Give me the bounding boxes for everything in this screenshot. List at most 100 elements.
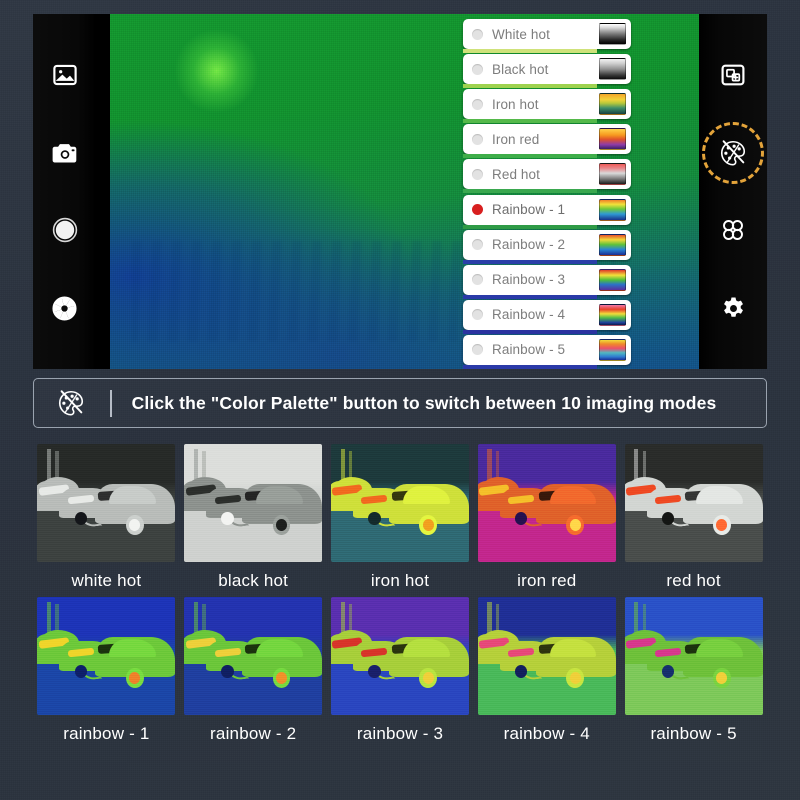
imaging-mode-cell[interactable]: rainbow - 3 xyxy=(327,597,474,744)
palette-option-rainbow-4[interactable]: Rainbow - 4 xyxy=(463,299,631,334)
palette-option-label: Rainbow - 5 xyxy=(492,342,566,358)
imaging-mode-cell[interactable]: rainbow - 2 xyxy=(180,597,327,744)
imaging-mode-label: iron hot xyxy=(370,571,430,590)
palette-option-radio[interactable] xyxy=(472,133,483,145)
thermal-viewport[interactable]: White hot Black hot Iron hot Iron red Red ho… xyxy=(96,14,699,369)
color-palette-icon[interactable] xyxy=(702,121,764,184)
palette-option-radio[interactable] xyxy=(472,63,483,75)
scene-noise xyxy=(624,444,763,562)
imaging-mode-cell[interactable]: rainbow - 5 xyxy=(620,597,767,744)
palette-option-label: Rainbow - 2 xyxy=(492,237,566,253)
palette-option-radio[interactable] xyxy=(472,309,483,321)
imaging-mode-label: rainbow - 2 xyxy=(210,724,297,743)
imaging-mode-cell[interactable]: white hot xyxy=(33,444,180,591)
imaging-mode-thumbnail[interactable] xyxy=(184,597,323,715)
palette-option-rainbow-5[interactable]: Rainbow - 5 xyxy=(463,334,631,369)
imaging-modes-grid: white hot black hot iron hot iron red re… xyxy=(33,444,767,744)
imaging-mode-cell[interactable]: iron hot xyxy=(327,444,474,591)
palette-option-red-hot[interactable]: Red hot xyxy=(463,159,631,194)
imaging-mode-label: rainbow - 5 xyxy=(650,724,737,743)
palette-option-label: Rainbow - 4 xyxy=(492,307,566,323)
right-toolbar xyxy=(699,14,767,369)
scene-noise xyxy=(184,444,323,562)
palette-option-label: Rainbow - 3 xyxy=(492,272,566,288)
palette-option-label: Iron hot xyxy=(492,96,539,112)
palette-option-radio[interactable] xyxy=(472,168,483,180)
gear-icon[interactable] xyxy=(713,288,753,328)
scene-noise xyxy=(477,444,616,562)
palette-option-radio[interactable] xyxy=(472,98,483,110)
color-palette-slash-icon xyxy=(56,388,86,418)
imaging-mode-thumbnail[interactable] xyxy=(184,444,323,562)
palette-option-swatch xyxy=(599,128,626,151)
palette-option-swatch xyxy=(599,198,626,221)
thermal-scene xyxy=(477,444,616,562)
palette-option-swatch xyxy=(599,58,626,81)
palette-option-white-hot[interactable]: White hot xyxy=(463,19,631,53)
palette-option-rainbow-2[interactable]: Rainbow - 2 xyxy=(463,229,631,264)
grid-modes-icon[interactable] xyxy=(713,210,753,250)
palette-option-swatch xyxy=(599,338,626,361)
shutter-icon[interactable] xyxy=(45,210,85,250)
palette-option-radio[interactable] xyxy=(472,274,483,286)
thermal-scene xyxy=(624,597,763,715)
imaging-mode-cell[interactable]: rainbow - 4 xyxy=(473,597,620,744)
imaging-mode-thumbnail[interactable] xyxy=(624,597,763,715)
imaging-mode-cell[interactable]: iron red xyxy=(473,444,620,591)
imaging-mode-label: rainbow - 1 xyxy=(63,724,150,743)
banner-text: Click the "Color Palette" button to swit… xyxy=(131,392,717,413)
viewport-left-letterbox xyxy=(96,14,110,369)
thermal-scene xyxy=(330,444,469,562)
picture-in-picture-icon[interactable] xyxy=(713,55,753,95)
palette-option-label: Iron red xyxy=(492,131,540,147)
imaging-mode-thumbnail[interactable] xyxy=(330,444,469,562)
camera-icon[interactable] xyxy=(45,133,85,173)
left-toolbar xyxy=(33,14,96,369)
aperture-icon[interactable] xyxy=(45,288,85,328)
thermal-scene xyxy=(477,597,616,715)
imaging-mode-thumbnail[interactable] xyxy=(37,597,176,715)
imaging-mode-thumbnail[interactable] xyxy=(37,444,176,562)
scene-noise xyxy=(37,597,176,715)
imaging-mode-label: iron red xyxy=(517,571,577,590)
scene-noise xyxy=(330,597,469,715)
palette-option-radio[interactable] xyxy=(472,239,483,251)
palette-option-swatch xyxy=(599,268,626,291)
color-palette-menu[interactable]: White hot Black hot Iron hot Iron red Red ho… xyxy=(463,14,631,369)
palette-option-rainbow-3[interactable]: Rainbow - 3 xyxy=(463,264,631,299)
instruction-banner: Click the "Color Palette" button to swit… xyxy=(33,378,767,428)
palette-option-iron-red[interactable]: Iron red xyxy=(463,124,631,159)
scene-noise xyxy=(37,444,176,562)
palette-option-label: Rainbow - 1 xyxy=(492,202,566,218)
scene-noise xyxy=(330,444,469,562)
thermal-camera-screen: White hot Black hot Iron hot Iron red Red ho… xyxy=(33,14,767,369)
palette-option-black-hot[interactable]: Black hot xyxy=(463,54,631,89)
imaging-mode-cell[interactable]: rainbow - 1 xyxy=(33,597,180,744)
imaging-mode-thumbnail[interactable] xyxy=(330,597,469,715)
app-root: White hot Black hot Iron hot Iron red Red ho… xyxy=(0,0,800,800)
palette-option-radio[interactable] xyxy=(472,28,483,40)
palette-option-label: Black hot xyxy=(492,61,549,77)
imaging-mode-label: red hot xyxy=(666,571,721,590)
imaging-mode-cell[interactable]: black hot xyxy=(180,444,327,591)
thermal-scene xyxy=(330,597,469,715)
palette-option-swatch xyxy=(599,23,626,45)
imaging-mode-thumbnail[interactable] xyxy=(624,444,763,562)
imaging-mode-thumbnail[interactable] xyxy=(477,597,616,715)
imaging-mode-label: black hot xyxy=(218,571,289,590)
thermal-scene xyxy=(184,597,323,715)
palette-option-radio[interactable] xyxy=(472,344,483,356)
palette-option-iron-hot[interactable]: Iron hot xyxy=(463,89,631,124)
palette-option-rainbow-1[interactable]: Rainbow - 1 xyxy=(463,194,631,229)
palette-option-swatch xyxy=(599,233,626,256)
palette-option-swatch xyxy=(599,93,626,116)
imaging-mode-cell[interactable]: red hot xyxy=(620,444,767,591)
imaging-mode-thumbnail[interactable] xyxy=(477,444,616,562)
imaging-mode-label: rainbow - 4 xyxy=(503,724,590,743)
scene-noise xyxy=(184,597,323,715)
imaging-mode-label: rainbow - 3 xyxy=(356,724,444,743)
imaging-modes-row: white hot black hot iron hot iron red re… xyxy=(33,444,767,591)
gallery-icon[interactable] xyxy=(45,55,85,95)
palette-option-radio[interactable] xyxy=(472,204,483,216)
imaging-modes-row: rainbow - 1 rainbow - 2 rainbow - 3 rain… xyxy=(33,597,767,744)
